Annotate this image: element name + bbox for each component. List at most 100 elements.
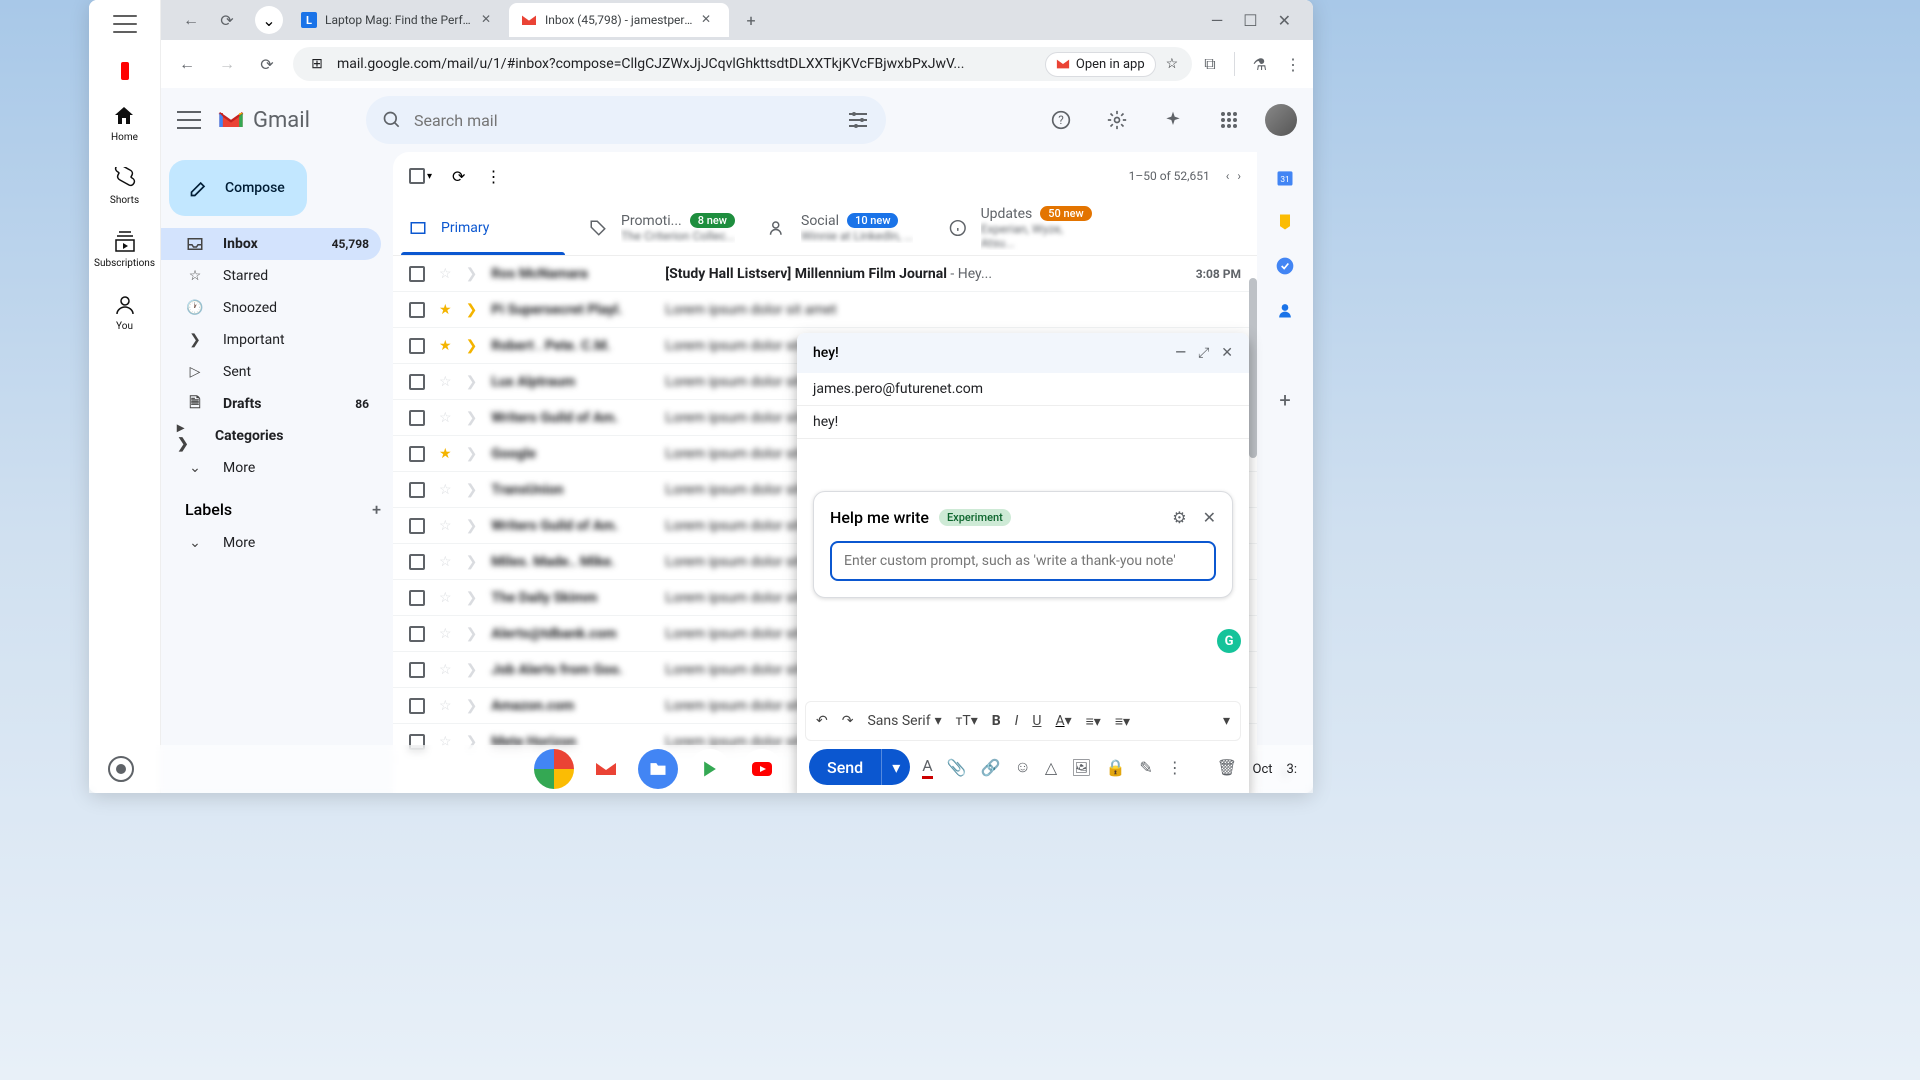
important-marker-icon[interactable]: ❯ — [466, 374, 478, 390]
tab-social[interactable]: Social10 new Winnie at LinkedIn, ... — [753, 200, 933, 255]
search-options-icon[interactable] — [846, 108, 870, 132]
keep-icon[interactable] — [1275, 212, 1295, 232]
tab-promotions[interactable]: Promoti...8 new The Criterion Collec... — [573, 200, 753, 255]
grammarly-icon[interactable]: G — [1217, 629, 1241, 653]
image-icon[interactable]: 🖼 — [1071, 758, 1091, 777]
nav-starred[interactable]: ☆Starred — [161, 260, 381, 292]
labels-more[interactable]: ⌄More — [161, 527, 381, 559]
site-info-icon[interactable]: ⊞ — [307, 54, 327, 74]
important-marker-icon[interactable]: ❯ — [466, 590, 478, 606]
main-menu-icon[interactable] — [177, 108, 201, 132]
list-icon[interactable]: ≡▾ — [1115, 713, 1130, 730]
signature-icon[interactable]: ✎ — [1139, 758, 1152, 777]
send-button[interactable]: Send ▾ — [809, 749, 910, 785]
nav-drafts[interactable]: 🗎Drafts86 — [161, 388, 381, 420]
extensions-icon[interactable]: ⧉ — [1204, 54, 1215, 74]
emoji-icon[interactable]: ☺ — [1015, 757, 1031, 777]
important-marker-icon[interactable]: ❯ — [466, 446, 478, 462]
star-icon[interactable]: ☆ — [439, 482, 452, 498]
youtube-app-icon[interactable] — [742, 749, 782, 789]
sidebar-item-shorts[interactable]: Shorts — [110, 167, 139, 206]
star-icon[interactable]: ☆ — [439, 410, 452, 426]
tab-primary[interactable]: Primary — [393, 200, 573, 255]
nav-categories[interactable]: ▸ ❯Categories — [161, 420, 381, 452]
more-format-icon[interactable]: ▾ — [1223, 713, 1230, 729]
next-page-icon[interactable]: › — [1237, 169, 1241, 183]
important-marker-icon[interactable]: ❯ — [466, 698, 478, 714]
important-marker-icon[interactable]: ❯ — [466, 554, 478, 570]
format-toggle-icon[interactable]: A — [922, 756, 932, 779]
star-icon[interactable]: ☆ — [439, 266, 452, 282]
row-checkbox[interactable] — [409, 554, 425, 570]
minimize-compose-icon[interactable]: — — [1175, 345, 1186, 361]
confidential-icon[interactable]: 🔒 — [1105, 758, 1125, 777]
star-icon[interactable]: ★ — [439, 446, 452, 462]
launcher-icon[interactable] — [105, 753, 137, 785]
star-icon[interactable]: ☆ — [439, 554, 452, 570]
row-checkbox[interactable] — [409, 698, 425, 714]
search-input[interactable] — [414, 111, 834, 130]
row-checkbox[interactable] — [409, 662, 425, 678]
help-write-input[interactable] — [830, 541, 1216, 581]
fullscreen-compose-icon[interactable]: ⤢ — [1198, 345, 1209, 361]
star-icon[interactable]: ☆ — [439, 698, 452, 714]
text-color-icon[interactable]: A▾ — [1055, 713, 1071, 729]
to-field[interactable]: james.pero@futurenet.com — [797, 373, 1249, 406]
account-avatar[interactable] — [1265, 104, 1297, 136]
nav-inbox[interactable]: Inbox 45,798 — [161, 228, 381, 260]
youtube-logo-icon[interactable] — [121, 62, 129, 80]
row-checkbox[interactable] — [409, 302, 425, 318]
star-icon[interactable]: ★ — [439, 338, 452, 354]
refresh-icon[interactable]: ⟳ — [452, 167, 465, 186]
row-checkbox[interactable] — [409, 518, 425, 534]
gmail-app-icon[interactable] — [586, 749, 626, 789]
close-icon[interactable]: ✕ — [701, 12, 717, 28]
maximize-icon[interactable]: ☐ — [1243, 11, 1257, 30]
close-icon[interactable]: ✕ — [481, 12, 497, 28]
row-checkbox[interactable] — [409, 374, 425, 390]
close-compose-icon[interactable]: ✕ — [1221, 345, 1233, 361]
important-marker-icon[interactable]: ❯ — [466, 482, 478, 498]
compose-more-icon[interactable]: ⋮ — [1167, 758, 1183, 777]
star-icon[interactable]: ☆ — [439, 662, 452, 678]
discard-icon[interactable]: 🗑 — [1217, 758, 1237, 777]
tab-reload-icon[interactable]: ⟳ — [213, 6, 241, 34]
undo-icon[interactable]: ↶ — [816, 713, 828, 729]
add-panel-icon[interactable]: + — [1279, 388, 1290, 412]
row-checkbox[interactable] — [409, 410, 425, 426]
send-options-icon[interactable]: ▾ — [881, 749, 910, 785]
gmail-logo[interactable]: Gmail — [217, 106, 310, 134]
star-icon[interactable]: ☆ — [439, 518, 452, 534]
contacts-icon[interactable] — [1275, 300, 1295, 320]
drive-icon[interactable]: △ — [1045, 758, 1057, 777]
chrome-app-icon[interactable] — [534, 749, 574, 789]
row-checkbox[interactable] — [409, 590, 425, 606]
help-write-close-icon[interactable]: ✕ — [1203, 508, 1216, 527]
nav-snoozed[interactable]: 🕐Snoozed — [161, 292, 381, 324]
browser-tab-gmail[interactable]: Inbox (45,798) - jamestpero@g ✕ — [509, 3, 729, 37]
select-all-checkbox[interactable]: ▾ — [409, 168, 432, 184]
tasks-icon[interactable] — [1275, 256, 1295, 276]
mail-row[interactable]: ★ ❯ Pi Supersecret Playl. Lorem ipsum do… — [393, 292, 1257, 328]
sidebar-item-you[interactable]: You — [113, 293, 137, 332]
add-label-button[interactable]: + — [372, 500, 381, 519]
shelf-time[interactable]: 3: — [1287, 762, 1297, 777]
compose-button[interactable]: Compose — [169, 160, 307, 216]
subject-field[interactable]: hey! — [797, 406, 1249, 439]
help-write-settings-icon[interactable]: ⚙ — [1172, 508, 1186, 527]
minimize-icon[interactable]: — — [1211, 11, 1224, 30]
link-icon[interactable]: 🔗 — [981, 758, 1001, 777]
back-button[interactable]: ← — [173, 50, 201, 78]
new-tab-button[interactable]: + — [737, 6, 765, 34]
attach-icon[interactable]: 📎 — [947, 758, 967, 777]
nav-important[interactable]: ❯Important — [161, 324, 381, 356]
align-icon[interactable]: ≡▾ — [1086, 713, 1101, 730]
tab-updates[interactable]: Updates50 new Experian, Wyze, Atsu... — [933, 200, 1113, 255]
row-checkbox[interactable] — [409, 482, 425, 498]
row-checkbox[interactable] — [409, 266, 425, 282]
important-marker-icon[interactable]: ❯ — [466, 410, 478, 426]
support-icon[interactable]: ? — [1041, 100, 1081, 140]
chrome-menu-icon[interactable]: ⋮ — [1285, 55, 1301, 74]
play-store-icon[interactable] — [690, 749, 730, 789]
important-marker-icon[interactable]: ❯ — [466, 302, 478, 318]
